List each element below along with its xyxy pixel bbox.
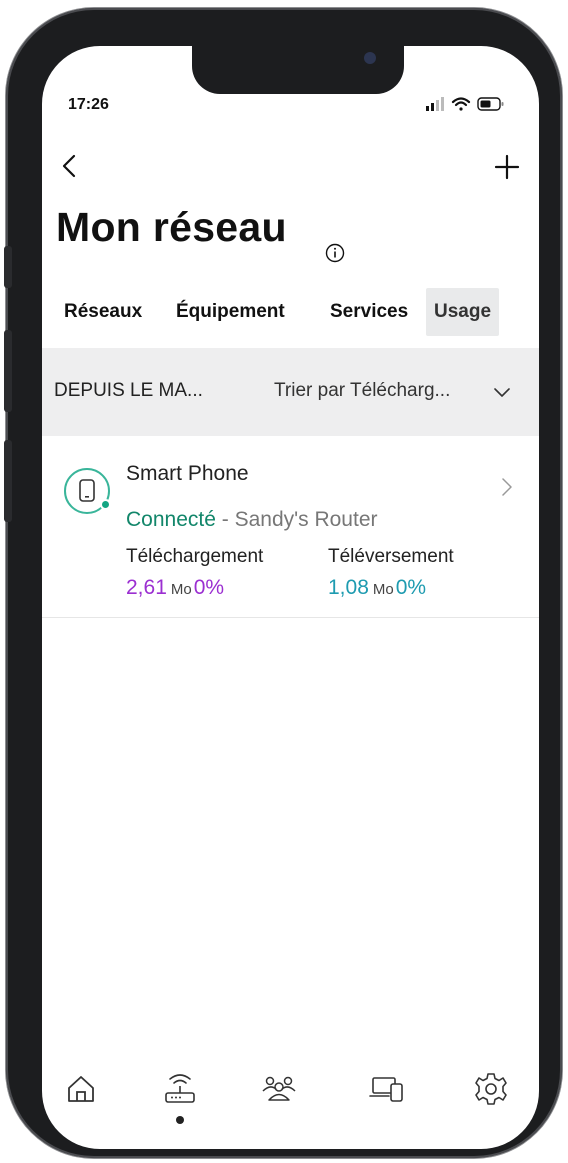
sort-dropdown[interactable]: Trier par Télécharg... xyxy=(274,380,450,402)
download-unit: Mo xyxy=(170,581,192,598)
status-separator: - xyxy=(215,508,235,531)
upload-stat: 1,08 Mo0% xyxy=(328,576,426,600)
signal-icon xyxy=(426,97,444,111)
settings-icon xyxy=(475,1073,507,1105)
battery-icon xyxy=(477,97,504,111)
home-icon xyxy=(68,1076,94,1102)
nav-home[interactable] xyxy=(56,1064,106,1114)
download-percent: 0% xyxy=(193,576,225,599)
nav-network[interactable] xyxy=(155,1064,205,1114)
active-nav-indicator xyxy=(176,1116,184,1124)
tab-services[interactable]: Services xyxy=(330,288,408,336)
devices-icon xyxy=(369,1077,403,1102)
status-time: 17:26 xyxy=(68,96,109,113)
wifi-icon xyxy=(451,97,471,111)
back-icon[interactable] xyxy=(56,148,86,184)
tab-equipement[interactable]: Équipement xyxy=(176,288,285,336)
download-value: 2,61 xyxy=(126,576,167,599)
silent-switch xyxy=(4,246,12,288)
upload-percent: 0% xyxy=(395,576,427,599)
filter-bar: DEPUIS LE MA... Trier par Télécharg... xyxy=(42,348,539,436)
screen: 17:26 Mon réseau Réseaux Équipement Serv… xyxy=(42,46,539,1149)
people-icon xyxy=(262,1076,296,1101)
tab-bar: Réseaux Équipement Services Usage xyxy=(56,288,526,336)
phone-frame: 17:26 Mon réseau Réseaux Équipement Serv… xyxy=(4,8,562,1158)
notch xyxy=(192,46,404,94)
upload-label: Téléversement xyxy=(328,546,454,567)
upload-value: 1,08 xyxy=(328,576,369,599)
status-icons xyxy=(426,97,504,111)
period-filter[interactable]: DEPUIS LE MA... xyxy=(54,380,203,402)
router-icon xyxy=(165,1074,195,1103)
device-status: Connecté - Sandy's Router xyxy=(126,508,378,532)
download-label: Téléchargement xyxy=(126,546,264,567)
download-stat: 2,61 Mo0% xyxy=(126,576,224,600)
volume-down-button xyxy=(4,440,12,522)
upload-unit: Mo xyxy=(372,581,394,598)
router-name: Sandy's Router xyxy=(234,508,378,531)
info-icon[interactable] xyxy=(324,242,346,264)
bottom-nav xyxy=(42,1064,539,1134)
add-icon[interactable] xyxy=(490,148,524,184)
device-name: Smart Phone xyxy=(126,462,249,485)
chevron-right-icon[interactable] xyxy=(500,476,514,498)
device-row[interactable]: Smart Phone Connecté - Sandy's Router Té… xyxy=(42,442,539,618)
nav-settings[interactable] xyxy=(466,1064,516,1114)
nav-people[interactable] xyxy=(254,1064,304,1114)
tab-reseaux[interactable]: Réseaux xyxy=(64,288,142,336)
online-indicator xyxy=(100,499,111,510)
device-icon xyxy=(64,468,111,514)
nav-devices[interactable] xyxy=(362,1064,412,1114)
tab-usage[interactable]: Usage xyxy=(426,288,500,336)
volume-up-button xyxy=(4,330,12,412)
chevron-down-icon[interactable] xyxy=(492,386,512,400)
connection-status: Connecté xyxy=(126,508,216,531)
camera xyxy=(364,52,376,64)
page-title: Mon réseau xyxy=(56,204,287,250)
